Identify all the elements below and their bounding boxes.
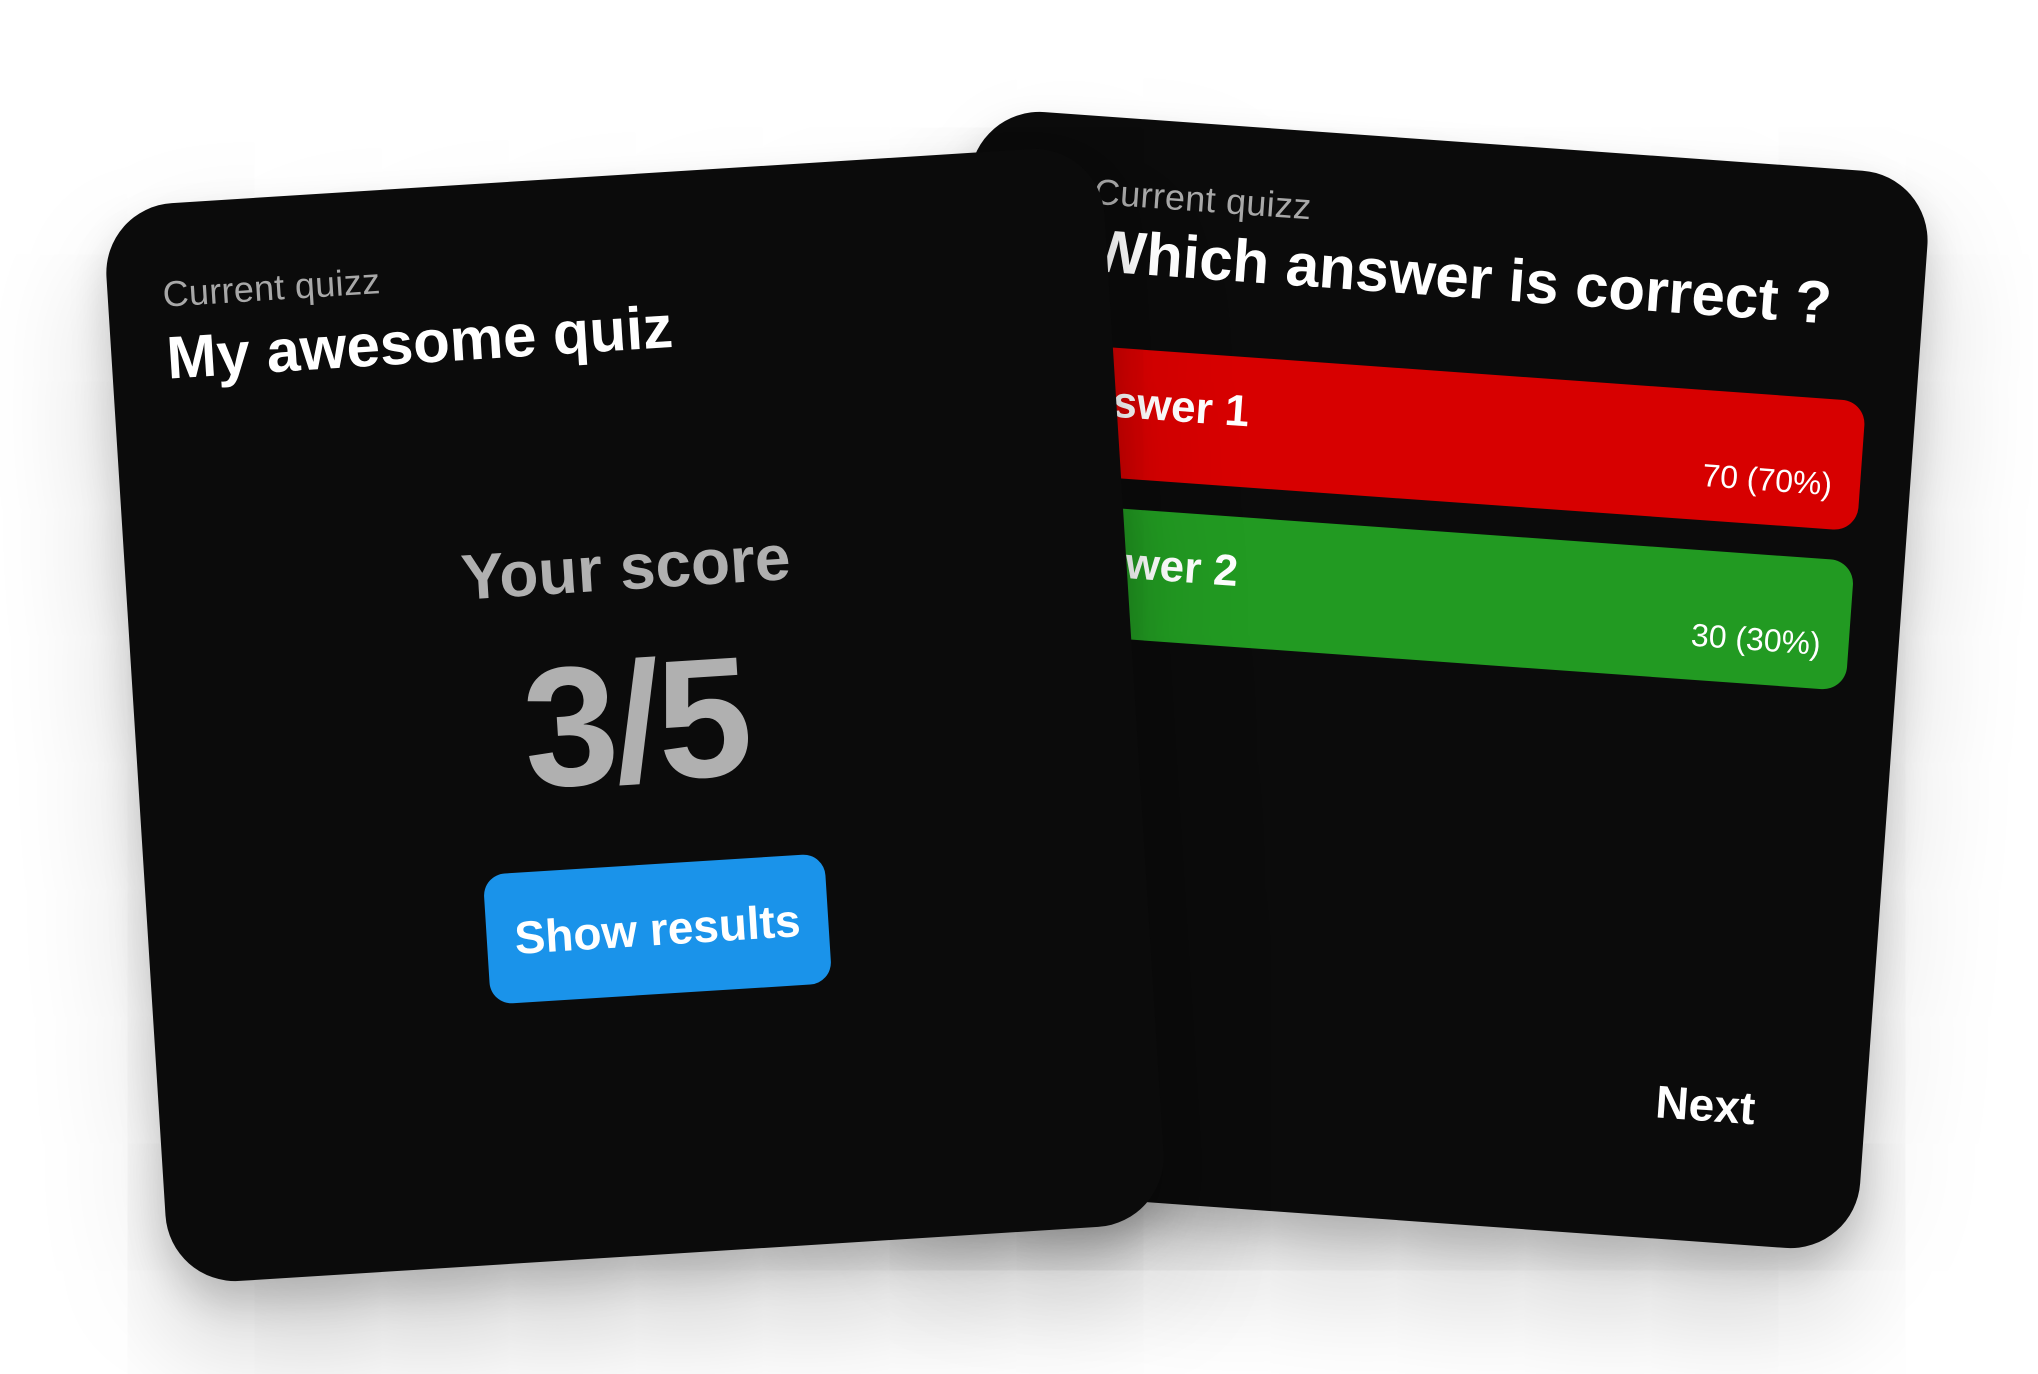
- show-results-button[interactable]: Show results: [482, 853, 833, 1005]
- answer-2-count: 30 (30%): [1689, 616, 1822, 662]
- answer-bar-1: Answer 1 70 (70%): [1008, 340, 1867, 532]
- question-title: Which answer is correct ?: [1087, 216, 1834, 337]
- score-card: Current quizz My awesome quiz Your score…: [102, 144, 1168, 1286]
- next-button[interactable]: Next: [1654, 1074, 1757, 1135]
- answer-1-count: 70 (70%): [1701, 457, 1834, 503]
- score-value: 3/5: [517, 621, 754, 825]
- score-eyebrow: Current quizz: [161, 260, 382, 315]
- quiz-scene: Current quizz Which answer is correct ? …: [0, 0, 2038, 1374]
